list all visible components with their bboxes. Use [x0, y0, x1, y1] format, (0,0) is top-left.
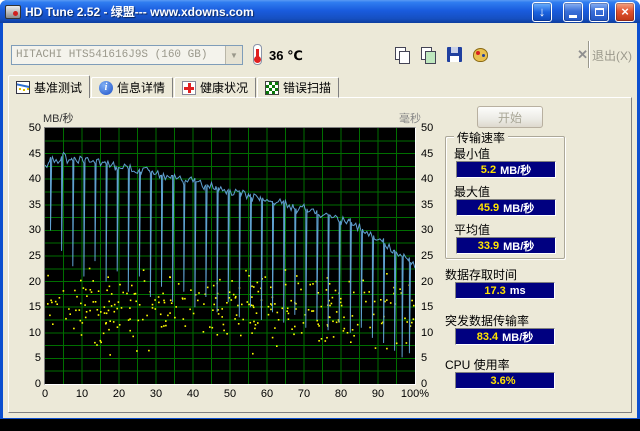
info-icon	[99, 80, 114, 95]
copy-icon	[394, 46, 410, 64]
y-tick-right: 0	[421, 378, 428, 390]
tab-benchmark-label: 基准测试	[34, 80, 83, 95]
error-scan-icon	[265, 80, 280, 95]
y-tick-left: 35	[28, 198, 41, 211]
burst-rate-value: 83.4	[476, 330, 499, 343]
titlebar[interactable]: HD Tune 2.52 - 绿盟--- www.xdowns.com ↓ ×	[0, 0, 640, 23]
cpu-usage-display: 3.6%	[455, 372, 555, 389]
maximize-icon	[594, 7, 604, 16]
x-tick: 50	[223, 388, 237, 400]
avg-value-display: 33.9 MB/秒	[456, 237, 556, 254]
exit-button[interactable]: ✕ 退出(X)	[577, 45, 632, 65]
exit-label: 退出(X)	[592, 48, 632, 63]
tab-error-scan-label: 错误扫描	[283, 81, 332, 95]
y-tick-left: 20	[28, 275, 41, 288]
min-unit: MB/秒	[500, 164, 532, 177]
y-tick-left: 0	[34, 378, 41, 390]
access-time-label: 数据存取时间	[445, 268, 518, 282]
download-arrow-icon: ↓	[538, 4, 546, 19]
x-tick: 70	[297, 388, 311, 400]
x-tick: 0	[41, 388, 49, 400]
transfer-rate-group-title: 传输速率	[454, 129, 509, 146]
tab-error-scan[interactable]: 错误扫描	[257, 77, 340, 98]
download-button[interactable]: ↓	[532, 1, 552, 22]
avg-unit: MB/秒	[503, 240, 535, 253]
save-icon	[446, 47, 462, 62]
avg-value: 33.9	[477, 239, 500, 252]
hdtune-window: HD Tune 2.52 - 绿盟--- www.xdowns.com ↓ × …	[0, 0, 640, 431]
close-icon: ×	[621, 4, 629, 19]
chevron-down-icon[interactable]: ▼	[225, 46, 242, 64]
x-tick: 40	[186, 388, 200, 400]
tab-health[interactable]: 健康状况	[174, 77, 257, 98]
min-label: 最小值	[454, 147, 491, 161]
window-title: HD Tune 2.52 - 绿盟--- www.xdowns.com	[25, 5, 254, 19]
chart-canvas	[45, 128, 415, 384]
y-tick-left: 45	[28, 147, 41, 160]
drive-select-value: HITACHI HTS541616J9S (160 GB)	[16, 49, 208, 61]
tab-info-label: 信息详情	[117, 81, 166, 95]
y-axis-right-unit: 毫秒	[399, 113, 421, 125]
transfer-rate-group: 传输速率 最小值 5.2 MB/秒 最大值 45.9 MB/秒 平均值 33.9…	[445, 129, 565, 259]
tab-info[interactable]: 信息详情	[91, 77, 174, 98]
min-value: 5.2	[480, 163, 497, 176]
temperature-value: 36 ℃	[269, 48, 303, 63]
bottom-strip	[0, 419, 640, 431]
tab-health-label: 健康状况	[200, 81, 249, 95]
thermometer-icon	[253, 44, 262, 65]
x-tick: 20	[112, 388, 126, 400]
max-value: 45.9	[477, 201, 500, 214]
x-tick: 90	[371, 388, 385, 400]
palette-button[interactable]	[468, 43, 492, 66]
burst-rate-label: 突发数据传输率	[445, 314, 530, 328]
palette-icon	[472, 47, 488, 62]
health-cross-icon	[182, 80, 197, 95]
access-time-value: 17.3	[484, 284, 506, 297]
cpu-usage-value: 3.6%	[490, 374, 516, 387]
x-tick: 10	[75, 388, 89, 400]
start-button[interactable]: 开始	[477, 106, 543, 128]
y-tick-left: 25	[28, 250, 41, 262]
drive-select-combobox[interactable]: HITACHI HTS541616J9S (160 GB) ▼	[11, 45, 243, 65]
benchmark-panel: MB/秒 毫秒 0 5 10 15 20 25 30 35 40 45 50 0 5 10 15 20 25 3…	[8, 97, 632, 413]
burst-rate-unit: MB/秒	[502, 331, 534, 344]
y-tick-left: 15	[28, 301, 41, 314]
cpu-usage-label: CPU 使用率	[445, 358, 510, 372]
x-tick: 80	[334, 388, 348, 400]
minimize-button[interactable]	[563, 1, 583, 22]
burst-rate-display: 83.4 MB/秒	[455, 328, 555, 345]
close-button[interactable]: ×	[615, 1, 635, 22]
minimize-icon	[569, 14, 577, 18]
y-tick-left: 10	[28, 326, 41, 339]
tab-bar: 基准测试 信息详情 健康状况 错误扫描	[8, 75, 340, 98]
x-tick: 30	[149, 388, 163, 400]
y-tick-left: 40	[28, 173, 41, 186]
tab-benchmark[interactable]: 基准测试	[8, 75, 91, 98]
exit-x-icon: ✕	[577, 47, 588, 62]
client-area: HITACHI HTS541616J9S (160 GB) ▼ 36 ℃ ✕ 退…	[3, 23, 637, 418]
y-tick-left: 5	[34, 352, 41, 365]
benchmark-icon	[16, 80, 30, 94]
copy-image-icon	[420, 46, 436, 64]
min-value-display: 5.2 MB/秒	[456, 161, 556, 178]
copy-button[interactable]	[390, 43, 414, 66]
benchmark-chart	[44, 127, 416, 385]
app-icon	[5, 4, 21, 19]
access-time-unit: ms	[509, 284, 526, 297]
save-screenshot-button[interactable]	[442, 43, 466, 66]
max-value-display: 45.9 MB/秒	[456, 199, 556, 216]
y-tick-left: 50	[28, 122, 41, 134]
y-tick-left: 30	[28, 224, 41, 237]
copy-image-button[interactable]	[416, 43, 440, 66]
y-tick-right: 50	[421, 122, 434, 134]
maximize-button[interactable]	[589, 1, 609, 22]
access-time-display: 17.3 ms	[455, 282, 555, 299]
x-tick: 60	[260, 388, 274, 400]
avg-label: 平均值	[454, 223, 491, 237]
max-label: 最大值	[454, 185, 491, 199]
y-axis-left-unit: MB/秒	[43, 113, 74, 125]
x-tick: 100%	[400, 388, 430, 400]
max-unit: MB/秒	[503, 202, 535, 215]
